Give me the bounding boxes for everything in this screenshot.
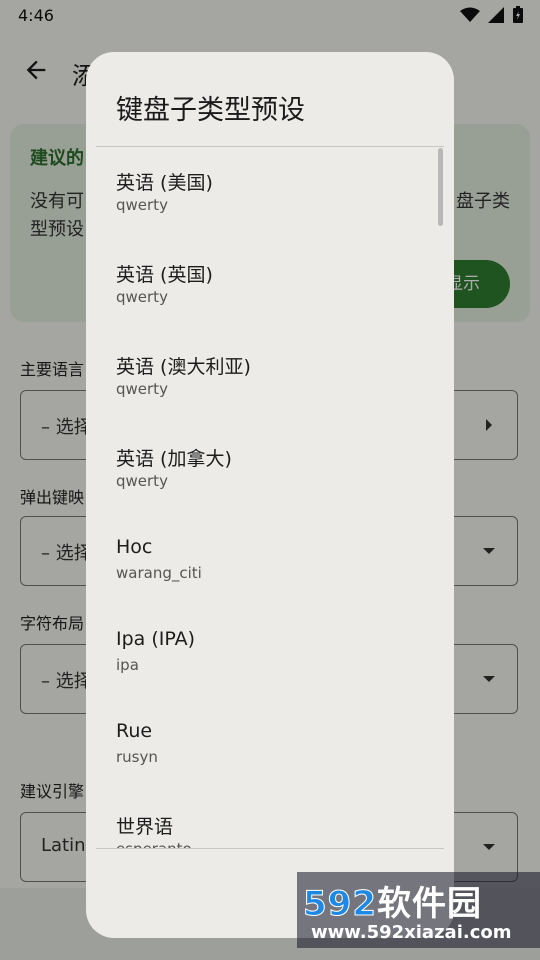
divider-top	[96, 146, 444, 147]
item-title: 世界语	[116, 816, 174, 838]
list-item[interactable]: 英语 (澳大利亚) qwerty	[86, 332, 454, 424]
list-item[interactable]: 英语 (加拿大) qwerty	[86, 424, 454, 516]
watermark-logo: 592软件园	[303, 876, 482, 925]
item-subtitle: qwerty	[116, 196, 168, 214]
item-subtitle: esperanto	[116, 840, 192, 848]
item-subtitle: qwerty	[116, 288, 168, 306]
item-subtitle: qwerty	[116, 472, 168, 490]
item-subtitle: qwerty	[116, 380, 168, 398]
item-title: 英语 (澳大利亚)	[116, 356, 251, 378]
item-title: 英语 (美国)	[116, 172, 213, 194]
item-title: Rue	[116, 720, 153, 742]
list-scrollbar[interactable]	[438, 148, 443, 226]
watermark-number: 592	[303, 884, 377, 925]
list-item[interactable]: 英语 (美国) qwerty	[86, 148, 454, 240]
list-item[interactable]: Hoc warang_citi	[86, 516, 454, 608]
item-title: 英语 (加拿大)	[116, 448, 232, 470]
subtype-preset-dialog: 键盘子类型预设 英语 (美国) qwerty 英语 (英国) qwerty 英语…	[86, 52, 454, 938]
list-item[interactable]: 世界语 esperanto	[86, 792, 454, 848]
item-title: 英语 (英国)	[116, 264, 213, 286]
item-subtitle: ipa	[116, 656, 139, 674]
item-title: Hoc	[116, 536, 153, 558]
list-item[interactable]: 英语 (英国) qwerty	[86, 240, 454, 332]
list-item[interactable]: Ipa (IPA) ipa	[86, 608, 454, 700]
watermark-url: www.592xiazai.com	[311, 922, 512, 943]
site-watermark: 592软件园 www.592xiazai.com	[297, 872, 540, 948]
dialog-title: 键盘子类型预设	[116, 95, 305, 126]
watermark-text: 软件园	[376, 884, 482, 924]
preset-list: 英语 (美国) qwerty 英语 (英国) qwerty 英语 (澳大利亚) …	[86, 148, 454, 848]
item-subtitle: warang_citi	[116, 564, 202, 582]
item-subtitle: rusyn	[116, 748, 158, 766]
list-item[interactable]: Rue rusyn	[86, 700, 454, 792]
divider-bottom	[96, 848, 444, 849]
item-title: Ipa (IPA)	[116, 628, 196, 650]
